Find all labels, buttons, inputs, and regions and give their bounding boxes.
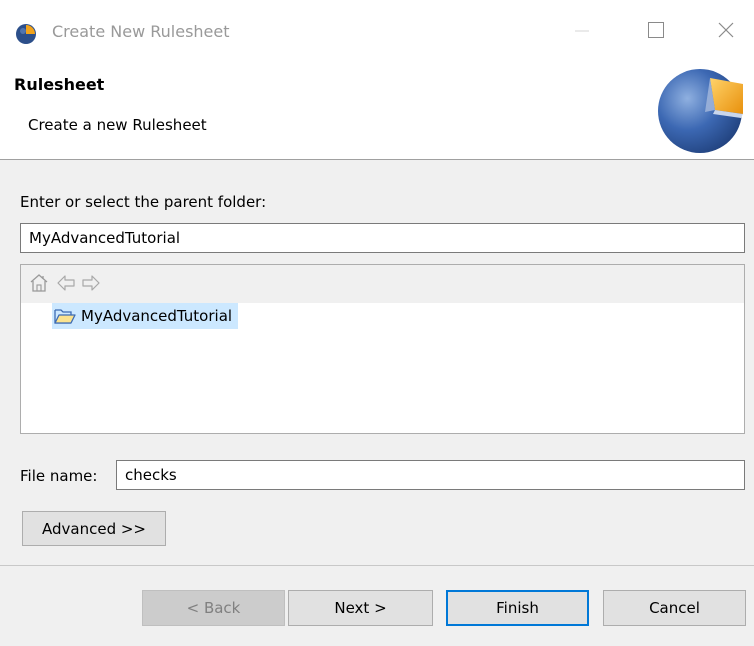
close-icon[interactable] (718, 22, 734, 38)
title-bar[interactable]: Create New Rulesheet (0, 0, 754, 62)
eclipse-globe-icon (16, 24, 36, 44)
button-bar-divider (0, 565, 754, 566)
window-title: Create New Rulesheet (52, 22, 230, 41)
cancel-button[interactable]: Cancel (603, 590, 746, 626)
banner-divider (0, 159, 754, 160)
parent-folder-input[interactable] (20, 223, 745, 253)
file-name-input[interactable] (116, 460, 745, 490)
rulesheet-globe-logo (658, 69, 743, 153)
minimize-icon[interactable] (575, 30, 589, 34)
next-button[interactable]: Next > (288, 590, 433, 626)
open-folder-icon (54, 307, 76, 325)
finish-button[interactable]: Finish (446, 590, 589, 626)
wizard-banner: Rulesheet Create a new Rulesheet (0, 62, 754, 159)
home-icon[interactable] (29, 272, 49, 294)
tree-toolbar (21, 265, 744, 303)
create-rulesheet-dialog: Create New Rulesheet Rulesheet Create a … (0, 0, 754, 646)
back-button[interactable]: < Back (142, 590, 285, 626)
maximize-icon[interactable] (648, 22, 664, 38)
folder-tree[interactable]: MyAdvancedTutorial (20, 264, 745, 434)
advanced-button[interactable]: Advanced >> (22, 511, 166, 546)
page-title: Rulesheet (14, 75, 105, 94)
back-arrow-icon[interactable] (56, 274, 76, 292)
forward-arrow-icon[interactable] (81, 274, 101, 292)
tree-item[interactable]: MyAdvancedTutorial (52, 303, 239, 329)
page-description: Create a new Rulesheet (28, 116, 207, 134)
parent-folder-label: Enter or select the parent folder: (20, 193, 267, 211)
tree-item-label: MyAdvancedTutorial (81, 307, 233, 325)
file-name-label: File name: (20, 467, 98, 485)
